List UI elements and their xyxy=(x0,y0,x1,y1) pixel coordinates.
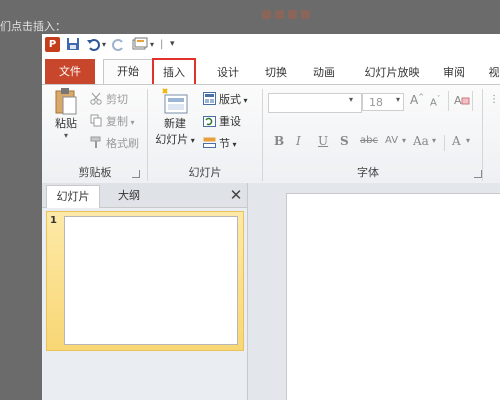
background-caption: 们点击插入： xyxy=(0,20,66,33)
slide-number: 1 xyxy=(50,215,57,226)
layout-icon xyxy=(203,92,216,105)
cut-button[interactable]: 剪切 xyxy=(90,91,128,109)
paste-button[interactable]: 粘贴 ▾ xyxy=(48,87,84,140)
font-group-label: 字体 xyxy=(357,166,379,179)
new-slide-label-1: 新建 xyxy=(164,117,186,130)
section-dropdown-icon: ▾ xyxy=(230,140,237,149)
grow-font-icon[interactable]: A^ xyxy=(410,93,424,107)
save-icon[interactable] xyxy=(66,37,80,52)
change-case-dropdown-icon[interactable]: ▾ xyxy=(432,131,436,151)
new-slide-icon[interactable] xyxy=(132,37,148,52)
scissors-icon xyxy=(90,92,103,105)
quick-access-toolbar: P ▾ ▾ | ▾ xyxy=(42,34,500,57)
tab-insert[interactable]: 插入 xyxy=(152,58,196,86)
new-slide-button[interactable]: 新建 幻灯片 ▾ xyxy=(152,87,198,147)
tab-transitions[interactable]: 切换 xyxy=(254,62,298,84)
new-slide-big-icon xyxy=(161,87,189,114)
tab-view[interactable]: 视 xyxy=(484,62,500,84)
paragraph-more-icon[interactable]: ⋮ xyxy=(489,95,499,105)
clipboard-launcher-icon[interactable] xyxy=(132,170,140,178)
copy-label: 复制 xyxy=(106,115,128,128)
layout-button[interactable]: 版式 ▾ xyxy=(203,91,248,109)
font-separator xyxy=(444,135,445,151)
reset-label: 重设 xyxy=(219,115,241,128)
paste-dropdown-icon: ▾ xyxy=(63,131,68,140)
customize-toolbar-icon[interactable]: ▾ xyxy=(170,37,175,52)
slides-pane: 幻灯片 大纲 ✕ 1 xyxy=(42,183,248,400)
copy-icon xyxy=(90,114,103,127)
underline-button[interactable]: U xyxy=(318,131,328,151)
font-separator xyxy=(448,91,449,111)
format-painter-label: 格式刷 xyxy=(106,137,139,150)
layout-dropdown-icon: ▾ xyxy=(241,96,248,105)
ribbon-tabs: 文件 开始 插入 设计 切换 动画 幻灯片放映 审阅 视 xyxy=(42,56,500,86)
undo-icon[interactable] xyxy=(86,37,100,52)
bold-button[interactable]: B xyxy=(274,131,284,151)
tab-outline[interactable]: 大纲 xyxy=(104,185,154,207)
format-painter-button[interactable]: 格式刷 xyxy=(90,135,139,153)
powerpoint-app-icon[interactable]: P xyxy=(45,37,60,52)
format-painter-icon xyxy=(90,136,103,149)
background-ghost-toolbar xyxy=(262,9,362,25)
clipboard-group-label: 剪贴板 xyxy=(78,166,112,179)
shrink-font-icon[interactable]: Aˇ xyxy=(430,95,440,108)
paste-icon xyxy=(54,87,78,115)
character-spacing-dropdown-icon[interactable]: ▾ xyxy=(402,131,406,151)
tab-file[interactable]: 文件 xyxy=(45,59,95,84)
font-color-dropdown-icon[interactable]: ▾ xyxy=(466,131,470,151)
character-spacing-button[interactable]: AV xyxy=(385,131,398,151)
slide-thumbnail[interactable] xyxy=(64,216,238,345)
svg-text:A: A xyxy=(454,94,462,107)
text-shadow-button[interactable]: S xyxy=(340,131,349,151)
section-icon xyxy=(203,136,216,149)
font-separator xyxy=(472,91,473,111)
tab-slides[interactable]: 幻灯片 xyxy=(46,185,100,208)
tab-animations[interactable]: 动画 xyxy=(302,62,346,84)
layout-label: 版式 xyxy=(219,93,241,106)
font-size-dropdown-icon[interactable]: ▾ xyxy=(396,95,400,104)
new-slide-dropdown-icon: ▾ xyxy=(188,136,195,145)
strikethrough-button[interactable]: abc xyxy=(360,131,378,151)
tab-home[interactable]: 开始 xyxy=(103,59,153,84)
section-label: 节 xyxy=(219,137,230,150)
group-separator xyxy=(147,89,148,181)
paste-label: 粘贴 xyxy=(55,117,77,130)
font-name-dropdown-icon[interactable]: ▾ xyxy=(349,95,353,104)
tab-slide-show[interactable]: 幻灯片放映 xyxy=(352,62,432,84)
group-separator xyxy=(482,89,483,181)
close-icon[interactable]: ✕ xyxy=(228,186,244,204)
powerpoint-window: P ▾ ▾ | ▾ 文件 开始 插入 设计 切换 动画 幻灯片放映 审阅 视 粘… xyxy=(42,34,500,400)
tab-review[interactable]: 审阅 xyxy=(434,62,474,84)
copy-button[interactable]: 复制 ▾ xyxy=(90,113,135,131)
redo-icon[interactable] xyxy=(112,37,126,52)
toolbar-separator: | xyxy=(160,39,164,50)
new-slide-label-2: 幻灯片 xyxy=(155,133,189,146)
clear-formatting-icon[interactable]: A xyxy=(454,93,470,110)
change-case-button[interactable]: Aa xyxy=(413,131,429,151)
slides-group-label: 幻灯片 xyxy=(188,166,222,179)
tab-design[interactable]: 设计 xyxy=(206,62,250,84)
cut-label: 剪切 xyxy=(106,93,128,106)
group-separator xyxy=(262,89,263,181)
font-color-button[interactable]: A xyxy=(452,131,461,151)
slide-editing-area xyxy=(248,183,500,400)
font-launcher-icon[interactable] xyxy=(474,170,482,178)
font-name-combobox[interactable] xyxy=(268,93,362,113)
reset-button[interactable]: 重设 xyxy=(203,113,241,131)
ribbon-home: 粘贴 ▾ 剪切 复制 ▾ 格式刷 剪贴板 新建 幻灯片 ▾ 版式 ▾ 重设 节 … xyxy=(42,84,500,184)
new-slide-dropdown-icon[interactable]: ▾ xyxy=(150,37,154,52)
slides-pane-tabs: 幻灯片 大纲 ✕ xyxy=(42,183,247,208)
italic-button[interactable]: I xyxy=(296,131,301,151)
section-button[interactable]: 节 ▾ xyxy=(203,135,237,153)
copy-dropdown-icon: ▾ xyxy=(128,118,135,127)
reset-icon xyxy=(203,114,216,127)
slide-canvas[interactable] xyxy=(286,193,500,400)
undo-dropdown-icon[interactable]: ▾ xyxy=(102,37,106,52)
